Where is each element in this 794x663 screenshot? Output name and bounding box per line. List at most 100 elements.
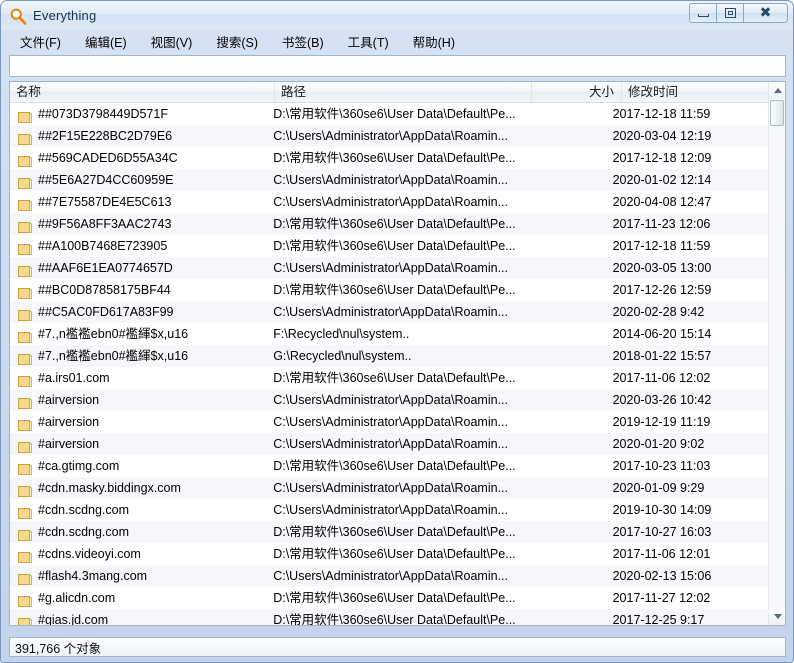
file-name-label: #airversion	[38, 437, 100, 451]
cell-name: #cdns.videoyi.com	[10, 543, 269, 565]
folder-icon	[18, 548, 32, 563]
table-row[interactable]: #cdn.scdng.com D:\常用软件\360se6\User Data\D…	[10, 521, 768, 543]
table-row[interactable]: ##569CADED6D55A34C D:\常用软件\360se6\User Da…	[10, 147, 768, 169]
scrollbar-thumb[interactable]	[770, 100, 784, 126]
cell-path: C:\Users\Administrator\AppData\Roamin...	[273, 437, 508, 451]
cell-size	[520, 521, 608, 543]
file-name-label: #cdn.scdng.com	[38, 525, 130, 539]
cell-date-modified: 2020-02-28 9:42	[612, 305, 705, 319]
table-row[interactable]: ##A100B7468E723905 D:\常用软件\360se6\User Da…	[10, 235, 768, 257]
cell-size	[520, 103, 608, 125]
window-title: Everything	[33, 8, 97, 23]
file-name-label: ##C5AC0FD617A83F99	[38, 305, 174, 319]
folder-icon	[18, 394, 32, 409]
cell-date-modified: 2017-10-23 11:03	[612, 459, 711, 473]
menu-view[interactable]: 视图(V)	[142, 30, 202, 53]
table-row[interactable]: #airversion C:\Users\Administrator\AppDat…	[10, 411, 768, 433]
folder-icon	[18, 482, 32, 497]
chevron-down-icon	[773, 614, 782, 619]
table-row[interactable]: #ca.gtimg.com D:\常用软件\360se6\User Data\De…	[10, 455, 768, 477]
scroll-down-button[interactable]	[769, 608, 785, 625]
file-name-label: #cdn.scdng.com	[38, 503, 130, 517]
minimize-button[interactable]	[689, 3, 717, 23]
cell-path: C:\Users\Administrator\AppData\Roamin...	[273, 481, 508, 495]
magnifier-icon	[9, 7, 27, 25]
table-row[interactable]: #g.alicdn.com D:\常用软件\360se6\User Data\De…	[10, 587, 768, 609]
close-button[interactable]: ✖	[743, 3, 788, 23]
column-header-name[interactable]: 名称	[10, 82, 275, 103]
cell-name: ##BC0D87858175BF44	[10, 279, 269, 301]
table-row[interactable]: #airversion C:\Users\Administrator\AppDat…	[10, 389, 768, 411]
menu-bookmarks[interactable]: 书签(B)	[273, 30, 333, 53]
file-name-label: ##2F15E228BC2D79E6	[38, 129, 173, 143]
cell-name: #g.alicdn.com	[10, 587, 269, 609]
cell-date-modified: 2020-01-20 9:02	[612, 437, 705, 451]
cell-name: #a.irs01.com	[10, 367, 269, 389]
table-row[interactable]: #flash4.3mang.com C:\Users\Administrator\…	[10, 565, 768, 587]
table-row[interactable]: #7.,n襤襤ebn0#襤緷$x,u16 F:\Recycled\nul\syst…	[10, 323, 768, 345]
cell-size	[520, 609, 608, 625]
cell-date-modified: 2017-10-27 16:03	[612, 525, 712, 539]
cell-path: C:\Users\Administrator\AppData\Roamin...	[273, 195, 508, 209]
restore-button[interactable]	[716, 3, 744, 23]
cell-date-modified: 2020-04-08 12:47	[612, 195, 712, 209]
cell-size	[520, 257, 608, 279]
table-row[interactable]: ##AAF6E1EA0774657D C:\Users\Administrator…	[10, 257, 768, 279]
cell-path: C:\Users\Administrator\AppData\Roamin...	[273, 129, 508, 143]
file-name-label: #ca.gtimg.com	[38, 459, 120, 473]
folder-icon	[18, 526, 32, 541]
menu-tools[interactable]: 工具(T)	[339, 30, 398, 53]
table-row[interactable]: ##9F56A8FF3AAC2743 D:\常用软件\360se6\User Da…	[10, 213, 768, 235]
results-list: 名称 路径 大小 修改时间 ##073D3798449D571F D:\常用软件\…	[9, 81, 786, 626]
cell-date-modified: 2018-01-22 15:57	[612, 349, 712, 363]
cell-path: D:\常用软件\360se6\User Data\Default\Pe...	[273, 151, 516, 165]
menu-help[interactable]: 帮助(H)	[404, 30, 464, 53]
menu-edit[interactable]: 编辑(E)	[76, 30, 136, 53]
folder-icon	[18, 130, 32, 145]
cell-name: ##073D3798449D571F	[10, 103, 269, 125]
file-name-label: ##073D3798449D571F	[38, 107, 168, 121]
folder-icon	[18, 614, 32, 625]
column-header-size[interactable]: 大小	[532, 82, 622, 103]
table-row[interactable]: #7.,n襤襤ebn0#襤緷$x,u16 G:\Recycled\nul\syst…	[10, 345, 768, 367]
object-count-label: 391,766 个对象	[15, 641, 102, 656]
menu-file[interactable]: 文件(F)	[11, 30, 70, 53]
cell-size	[520, 169, 608, 191]
table-row[interactable]: ##BC0D87858175BF44 D:\常用软件\360se6\User Da…	[10, 279, 768, 301]
cell-date-modified: 2017-12-18 11:59	[612, 107, 711, 121]
column-header-path[interactable]: 路径	[275, 82, 532, 103]
search-input[interactable]	[9, 55, 786, 77]
cell-name: #flash4.3mang.com	[10, 565, 269, 587]
column-header-date-modified[interactable]: 修改时间	[622, 82, 785, 103]
column-header-row: 名称 路径 大小 修改时间	[10, 82, 785, 103]
cell-name: ##7E75587DE4E5C613	[10, 191, 269, 213]
cell-name: ##5E6A27D4CC60959E	[10, 169, 269, 191]
cell-size	[520, 477, 608, 499]
cell-size	[520, 565, 608, 587]
file-name-label: #airversion	[38, 415, 100, 429]
table-row[interactable]: #cdn.scdng.com C:\Users\Administrator\App…	[10, 499, 768, 521]
table-row[interactable]: ##073D3798449D571F D:\常用软件\360se6\User Da…	[10, 103, 768, 125]
cell-path: D:\常用软件\360se6\User Data\Default\Pe...	[273, 613, 516, 625]
table-row[interactable]: #cdn.masky.biddingx.com C:\Users\Administ…	[10, 477, 768, 499]
cell-path: C:\Users\Administrator\AppData\Roamin...	[273, 415, 508, 429]
file-name-label: ##7E75587DE4E5C613	[38, 195, 172, 209]
table-row[interactable]: ##C5AC0FD617A83F99 C:\Users\Administrator…	[10, 301, 768, 323]
table-row[interactable]: #airversion C:\Users\Administrator\AppDat…	[10, 433, 768, 455]
menu-search[interactable]: 搜索(S)	[207, 30, 267, 53]
results-rows: ##073D3798449D571F D:\常用软件\360se6\User Da…	[10, 103, 768, 625]
folder-icon	[18, 350, 32, 365]
folder-icon	[18, 416, 32, 431]
table-row[interactable]: #a.irs01.com D:\常用软件\360se6\User Data\Def…	[10, 367, 768, 389]
cell-date-modified: 2020-02-13 15:06	[612, 569, 712, 583]
table-row[interactable]: #gias.jd.com D:\常用软件\360se6\User Data\Def…	[10, 609, 768, 625]
scroll-up-button[interactable]	[769, 82, 785, 99]
cell-date-modified: 2020-03-04 12:19	[612, 129, 712, 143]
cell-date-modified: 2019-12-19 11:19	[612, 415, 711, 429]
table-row[interactable]: ##5E6A27D4CC60959E C:\Users\Administrator…	[10, 169, 768, 191]
vertical-scrollbar[interactable]	[768, 82, 785, 625]
table-row[interactable]: #cdns.videoyi.com D:\常用软件\360se6\User Dat…	[10, 543, 768, 565]
table-row[interactable]: ##2F15E228BC2D79E6 C:\Users\Administrator…	[10, 125, 768, 147]
table-row[interactable]: ##7E75587DE4E5C613 C:\Users\Administrator…	[10, 191, 768, 213]
cell-name: #7.,n襤襤ebn0#襤緷$x,u16	[10, 345, 269, 367]
